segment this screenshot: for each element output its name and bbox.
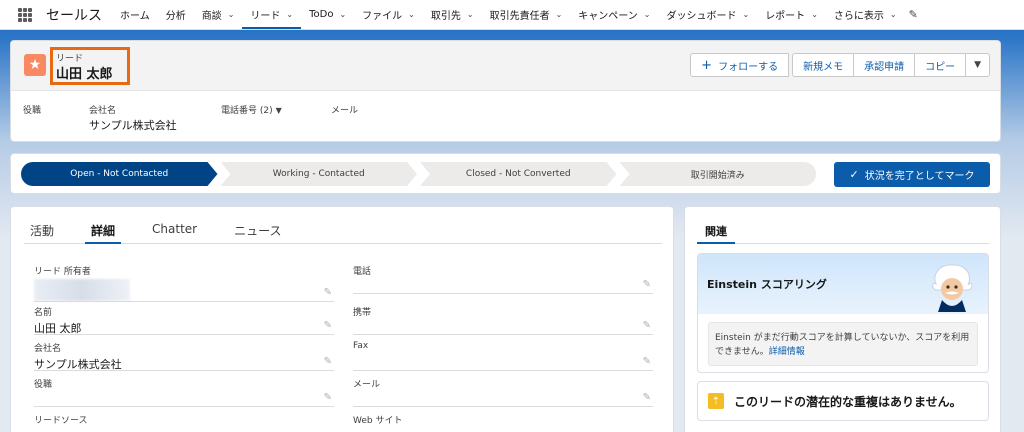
chevron-down-icon[interactable]: ⌄ [286,10,293,19]
nav-item-5[interactable]: ファイル ⌄ [354,0,423,29]
detail-tabs: 活動 詳細 Chatter ニュース [24,218,662,244]
highlight-phone-label[interactable]: 電話番号 (2) ▼ [221,103,282,116]
lead-icon: ★ [24,54,46,76]
field-company: 会社名 サンプル株式会社 ✎ [34,344,334,371]
tab-related[interactable]: 関連 [697,218,735,244]
path-stage-0[interactable]: Open - Not Contacted [21,162,218,186]
field-lead-source: リードソース [34,416,88,426]
chevron-down-icon[interactable]: ⌄ [644,10,651,19]
nav-item-6[interactable]: 取引先 ⌄ [423,0,482,29]
copy-button[interactable]: コピー [914,53,967,77]
chevron-down-icon[interactable]: ⌄ [228,10,235,19]
header-actions: + フォローする 新規メモ 承認申請 コピー ▼ [690,53,990,77]
path-stages: Open - Not Contacted Working - Contacted C… [21,162,816,186]
highlight-company-value: サンプル株式会社 [89,119,177,132]
plus-icon: + [701,57,713,73]
chevron-down-icon[interactable]: ⌄ [742,10,749,19]
global-nav: セールス ホーム 分析 商談 ⌄ リード ⌄ ToDo ⌄ ファイル ⌄ 取引先 ⌄ 取引先責任者 ⌄ キャ… [0,0,1024,30]
related-card: 関連 Einstein スコアリング Einstein がまだ行動スコアを計算し… [684,206,1001,432]
field-mobile: 携帯 ✎ [353,305,653,335]
nav-item-9[interactable]: ダッシュボード ⌄ [658,0,757,29]
einstein-scoring-card: Einstein スコアリング Einstein がまだ行動スコアを計算していな… [697,253,989,373]
related-tabs: 関連 [697,218,989,244]
highlight-title-label: 役職 [23,106,42,116]
chevron-down-icon[interactable]: ⌄ [467,10,474,19]
tab-0[interactable]: 活動 [24,218,60,244]
nav-item-0[interactable]: ホーム [112,0,158,29]
path-stage-1[interactable]: Working - Contacted [221,162,418,186]
approval-button[interactable]: 承認申請 [853,53,916,77]
nav-item-7[interactable]: 取引先責任者 ⌄ [482,0,571,29]
record-name: 山田 太郎 [56,67,113,82]
field-name: 名前 山田 太郎 ✎ [34,308,334,335]
nav-item-2[interactable]: 商談 ⌄ [194,0,243,29]
warning-icon: ⇡ [708,393,724,409]
field-phone: 電話 ✎ [353,264,653,294]
mark-complete-button[interactable]: ✓ 状況を完了としてマーク [834,162,990,187]
nav-item-11[interactable]: さらに表示 ⌄ [826,0,905,29]
new-note-button[interactable]: 新規メモ [792,53,855,77]
check-icon: ✓ [849,168,859,181]
chevron-down-icon[interactable]: ⌄ [339,10,346,19]
path-stage-3[interactable]: 取引開始済み [619,162,816,186]
edit-icon[interactable]: ✎ [324,356,332,367]
chevron-down-icon: ▼ [974,60,981,70]
tab-2[interactable]: Chatter [146,218,203,244]
path-card: Open - Not Contacted Working - Contacted C… [10,153,1001,194]
edit-icon[interactable]: ✎ [643,279,651,290]
duplicates-card: ⇡ このリードの潜在的な重複はありません。 [697,381,989,421]
einstein-message: Einstein がまだ行動スコアを計算していないか、スコアを利用できません。詳… [708,322,978,366]
highlight-email-label: メール [331,106,359,116]
edit-nav-icon[interactable]: ✎ [909,8,918,21]
caret-down-icon: ▼ [275,106,282,115]
nav-item-8[interactable]: キャンペーン ⌄ [570,0,658,29]
edit-icon[interactable]: ✎ [643,356,651,367]
chevron-down-icon[interactable]: ⌄ [556,10,563,19]
chevron-down-icon[interactable]: ⌄ [890,10,897,19]
nav-item-4[interactable]: ToDo ⌄ [301,0,354,29]
einstein-learn-more-link[interactable]: 詳細情報 [769,347,805,357]
detail-card: 活動 詳細 Chatter ニュース リード 所有者 ✎ 電話 ✎ 名前 山田 太郎 … [10,206,674,432]
duplicates-message: このリードの潜在的な重複はありません。 [734,394,962,409]
owner-value-blurred [34,279,130,301]
field-website: Web サイト [353,416,403,426]
field-owner: リード 所有者 ✎ [34,264,334,302]
highlight-company-label: 会社名 [89,106,117,116]
tab-1[interactable]: 詳細 [85,218,122,244]
edit-icon[interactable]: ✎ [324,320,332,331]
edit-icon[interactable]: ✎ [643,392,651,403]
edit-icon[interactable]: ✎ [643,320,651,331]
app-launcher-icon[interactable] [18,7,32,22]
app-name: セールス [46,7,102,24]
field-email: メール ✎ [353,377,653,407]
tab-3[interactable]: ニュース [228,218,287,244]
field-fax: Fax ✎ [353,341,653,371]
record-header: ★ リード 山田 太郎 + フォローする 新規メモ 承認申請 コピー ▼ 役職 … [10,40,1001,142]
nav-item-10[interactable]: レポート ⌄ [757,0,826,29]
follow-button[interactable]: + フォローする [690,53,790,77]
edit-icon[interactable]: ✎ [324,392,332,403]
chevron-down-icon[interactable]: ⌄ [811,10,818,19]
einstein-title: Einstein スコアリング [707,278,827,291]
chevron-down-icon[interactable]: ⌄ [408,10,415,19]
edit-icon[interactable]: ✎ [324,287,332,298]
einstein-avatar-icon [932,264,973,312]
nav-item-1[interactable]: 分析 [158,0,194,29]
nav-item-3[interactable]: リード ⌄ [242,0,302,29]
more-actions-button[interactable]: ▼ [965,53,990,77]
field-title: 役職 ✎ [34,377,334,407]
path-stage-2[interactable]: Closed - Not Converted [420,162,617,186]
